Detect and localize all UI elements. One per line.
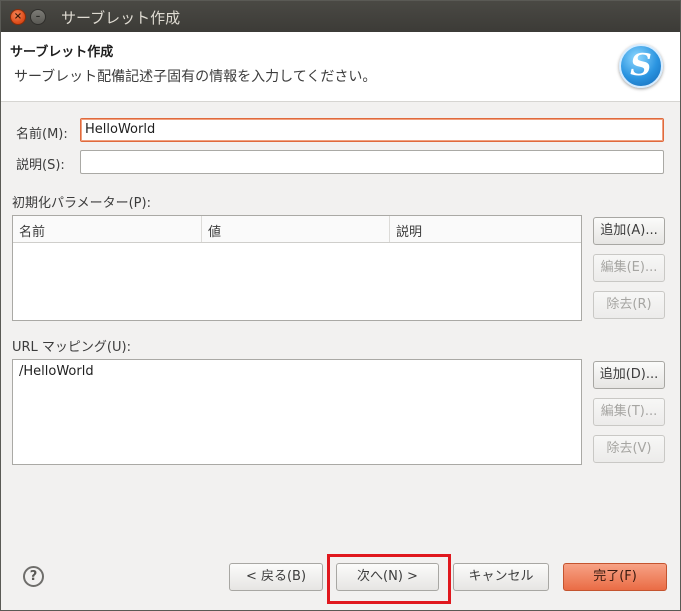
table-header: 名前 値 説明	[13, 216, 581, 243]
edit-param-button[interactable]: 編集(E)...	[593, 254, 665, 282]
column-header-value[interactable]: 値	[202, 216, 390, 242]
name-input[interactable]: HelloWorld	[80, 118, 664, 142]
servlet-wizard-window: × – サーブレット作成 サーブレット作成 サーブレット配備記述子固有の情報を入…	[0, 0, 681, 611]
url-mappings-list[interactable]: /HelloWorld	[12, 359, 582, 465]
init-params-table[interactable]: 名前 値 説明	[12, 215, 582, 321]
help-icon[interactable]: ?	[23, 566, 44, 587]
page-description: サーブレット配備記述子固有の情報を入力してください。	[14, 69, 377, 85]
title-bar: × – サーブレット作成	[1, 1, 680, 32]
next-button-highlight	[327, 554, 451, 604]
page-title: サーブレット作成	[10, 45, 114, 60]
description-input[interactable]	[80, 150, 664, 174]
remove-param-button[interactable]: 除去(R)	[593, 291, 665, 319]
servlet-logo-icon: S	[619, 44, 663, 88]
back-button[interactable]: < 戻る(B)	[229, 563, 323, 591]
init-params-label: 初期化パラメーター(P):	[12, 196, 151, 211]
cancel-button[interactable]: キャンセル	[453, 563, 549, 591]
column-header-description[interactable]: 説明	[390, 216, 581, 242]
column-header-name[interactable]: 名前	[13, 216, 202, 242]
wizard-header: サーブレット作成 サーブレット配備記述子固有の情報を入力してください。 S	[1, 32, 680, 102]
remove-mapping-button[interactable]: 除去(V)	[593, 435, 665, 463]
close-icon[interactable]: ×	[10, 9, 26, 25]
window-title: サーブレット作成	[61, 9, 181, 27]
edit-mapping-button[interactable]: 編集(T)...	[593, 398, 665, 426]
description-label: 説明(S):	[16, 158, 65, 173]
minimize-icon[interactable]: –	[30, 9, 46, 25]
add-mapping-button[interactable]: 追加(D)...	[593, 361, 665, 389]
finish-button[interactable]: 完了(F)	[563, 563, 667, 591]
list-item[interactable]: /HelloWorld	[19, 364, 94, 379]
name-label: 名前(M):	[16, 127, 68, 142]
add-param-button[interactable]: 追加(A)...	[593, 217, 665, 245]
url-mappings-label: URL マッピング(U):	[12, 340, 131, 355]
